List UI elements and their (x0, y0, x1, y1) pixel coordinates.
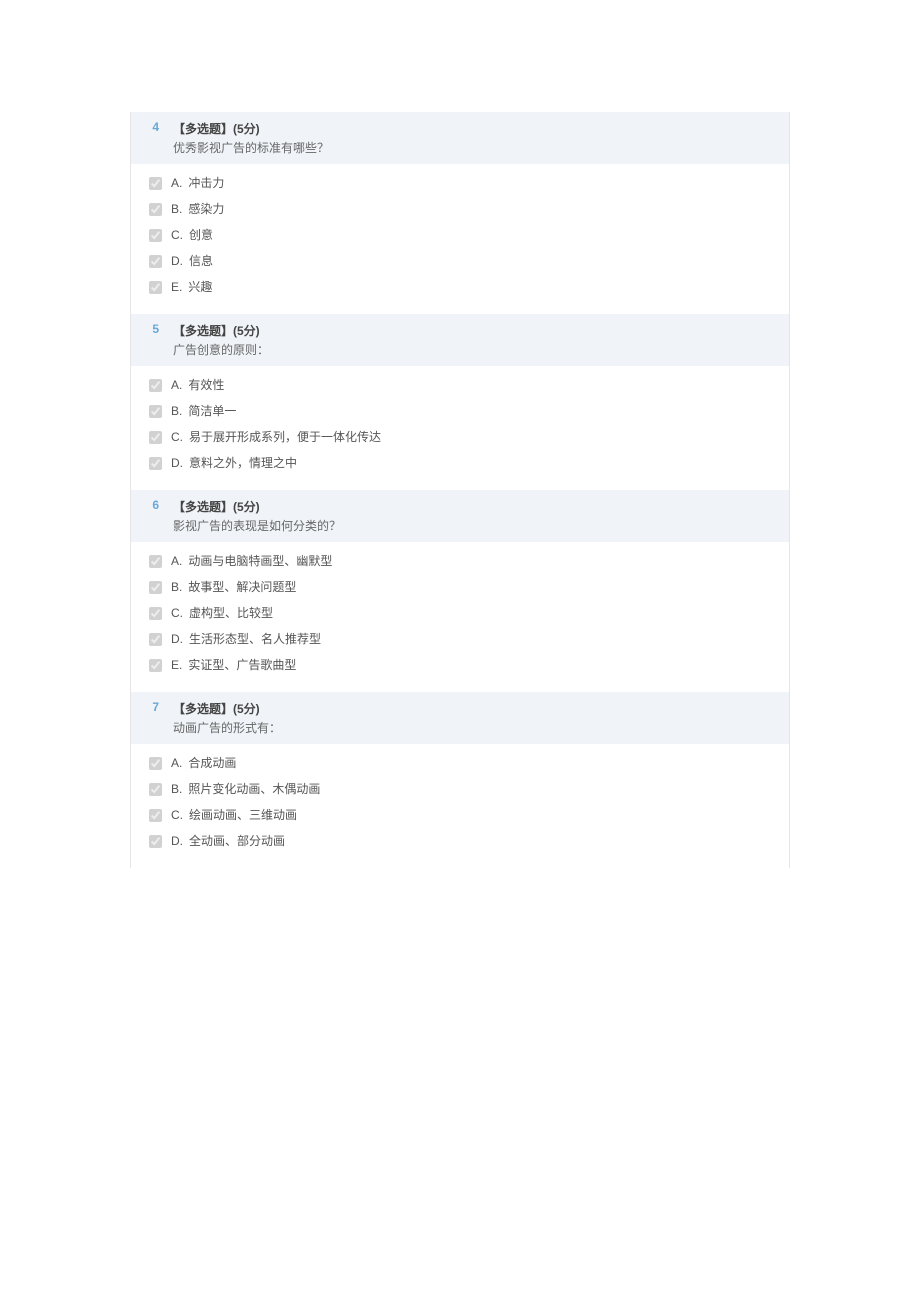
question-prompt: 广告创意的原则： (173, 341, 789, 358)
option-letter: C. (171, 602, 183, 624)
option-row: D. 全动画、部分动画 (131, 828, 789, 854)
option-row: D. 信息 (131, 248, 789, 274)
option-text: 简洁单一 (188, 400, 236, 422)
option-text: 冲击力 (188, 172, 224, 194)
option-checkbox[interactable] (149, 783, 162, 796)
question-number: 4 (145, 120, 159, 134)
questions-panel: 4【多选题】(5分)优秀影视广告的标准有哪些？A.冲击力B.感染力C.创意D.信… (130, 112, 790, 868)
question-prompt: 动画广告的形式有： (173, 719, 789, 736)
question-type: 【多选题】(5分) (173, 700, 789, 717)
option-text: 实证型、广告歌曲型 (188, 654, 296, 676)
option-text: 动画与电脑特画型、幽默型 (188, 550, 332, 572)
option-row: C. 创意 (131, 222, 789, 248)
option-text: 创意 (189, 224, 213, 246)
option-checkbox[interactable] (149, 581, 162, 594)
option-row: B. 故事型、解决问题型 (131, 574, 789, 600)
option-text: 故事型、解决问题型 (188, 576, 296, 598)
option-row: A. 动画与电脑特画型、幽默型 (131, 548, 789, 574)
option-checkbox[interactable] (149, 405, 162, 418)
option-text: 绘画动画、三维动画 (189, 804, 297, 826)
option-letter: B. (171, 576, 182, 598)
option-row: C. 虚构型、比较型 (131, 600, 789, 626)
option-checkbox[interactable] (149, 203, 162, 216)
option-checkbox[interactable] (149, 177, 162, 190)
option-letter: C. (171, 426, 183, 448)
option-checkbox[interactable] (149, 659, 162, 672)
option-row: D. 意料之外，情理之中 (131, 450, 789, 476)
option-checkbox[interactable] (149, 757, 162, 770)
option-text: 信息 (189, 250, 213, 272)
option-checkbox[interactable] (149, 633, 162, 646)
option-letter: B. (171, 400, 182, 422)
question-header: 6 【多选题】(5分) 影视广告的表现是如何分类的？ (131, 490, 789, 542)
option-text: 生活形态型、名人推荐型 (189, 628, 321, 650)
question-prompt: 优秀影视广告的标准有哪些？ (173, 139, 789, 156)
option-letter: D. (171, 628, 183, 650)
options-list: A. 动画与电脑特画型、幽默型 B. 故事型、解决问题型C. 虚构型、比较型 D. 生活形态… (131, 542, 789, 692)
option-row: C. 易于展开形成系列，便于一体化传达 (131, 424, 789, 450)
option-row: E. 兴趣 (131, 274, 789, 300)
option-letter: A. (171, 550, 182, 572)
option-text: 兴趣 (188, 276, 212, 298)
option-letter: E. (171, 654, 182, 676)
option-letter: A. (171, 752, 182, 774)
option-text: 意料之外，情理之中 (189, 452, 297, 474)
question-title-wrap: 【多选题】(5分) 广告创意的原则： (173, 322, 789, 358)
option-checkbox[interactable] (149, 555, 162, 568)
question-title-wrap: 【多选题】(5分) 动画广告的形式有： (173, 700, 789, 736)
option-letter: C. (171, 804, 183, 826)
option-row: B. 简洁单一 (131, 398, 789, 424)
option-row: A. 冲击力 (131, 170, 789, 196)
option-checkbox[interactable] (149, 835, 162, 848)
option-letter: D. (171, 830, 183, 852)
option-text: 照片变化动画、木偶动画 (188, 778, 320, 800)
option-row: B. 感染力 (131, 196, 789, 222)
option-text: 有效性 (188, 374, 224, 396)
option-checkbox[interactable] (149, 229, 162, 242)
option-letter: D. (171, 250, 183, 272)
question-header: 4 【多选题】(5分) 优秀影视广告的标准有哪些？ (131, 112, 789, 164)
question-title-wrap: 【多选题】(5分) 优秀影视广告的标准有哪些？ (173, 120, 789, 156)
question-type: 【多选题】(5分) (173, 322, 789, 339)
question-number: 7 (145, 700, 159, 714)
question-number: 6 (145, 498, 159, 512)
option-letter: E. (171, 276, 182, 298)
option-row: D. 生活形态型、名人推荐型 (131, 626, 789, 652)
option-text: 合成动画 (188, 752, 236, 774)
option-checkbox[interactable] (149, 607, 162, 620)
option-text: 全动画、部分动画 (189, 830, 285, 852)
option-text: 虚构型、比较型 (189, 602, 273, 624)
option-checkbox[interactable] (149, 255, 162, 268)
question-type: 【多选题】(5分) (173, 498, 789, 515)
option-text: 易于展开形成系列，便于一体化传达 (189, 426, 381, 448)
question-header: 7 【多选题】(5分) 动画广告的形式有： (131, 692, 789, 744)
option-letter: A. (171, 172, 182, 194)
option-letter: C. (171, 224, 183, 246)
option-checkbox[interactable] (149, 457, 162, 470)
option-row: A. 合成动画 (131, 750, 789, 776)
option-checkbox[interactable] (149, 281, 162, 294)
question-number: 5 (145, 322, 159, 336)
option-letter: A. (171, 374, 182, 396)
option-checkbox[interactable] (149, 431, 162, 444)
question-title-wrap: 【多选题】(5分) 影视广告的表现是如何分类的？ (173, 498, 789, 534)
question-header: 5 【多选题】(5分) 广告创意的原则： (131, 314, 789, 366)
option-row: C. 绘画动画、三维动画 (131, 802, 789, 828)
options-list: A. 冲击力 B. 感染力C. 创意 D. 信息 E. 兴趣 (131, 164, 789, 314)
question-type: 【多选题】(5分) (173, 120, 789, 137)
page: 4【多选题】(5分)优秀影视广告的标准有哪些？A.冲击力B.感染力C.创意D.信… (0, 0, 920, 1303)
option-letter: D. (171, 452, 183, 474)
option-letter: B. (171, 778, 182, 800)
option-letter: B. (171, 198, 182, 220)
option-row: B. 照片变化动画、木偶动画 (131, 776, 789, 802)
question-prompt: 影视广告的表现是如何分类的？ (173, 517, 789, 534)
option-text: 感染力 (188, 198, 224, 220)
option-checkbox[interactable] (149, 379, 162, 392)
options-list: A. 合成动画 B. 照片变化动画、木偶动画C. 绘画动画、三维动画 D. 全动画、部分动画 (131, 744, 789, 868)
option-checkbox[interactable] (149, 809, 162, 822)
option-row: A. 有效性 (131, 372, 789, 398)
options-list: A. 有效性 B. 简洁单一C. 易于展开形成系列，便于一体化传达 D. 意料之外，情理之中 (131, 366, 789, 490)
option-row: E. 实证型、广告歌曲型 (131, 652, 789, 678)
